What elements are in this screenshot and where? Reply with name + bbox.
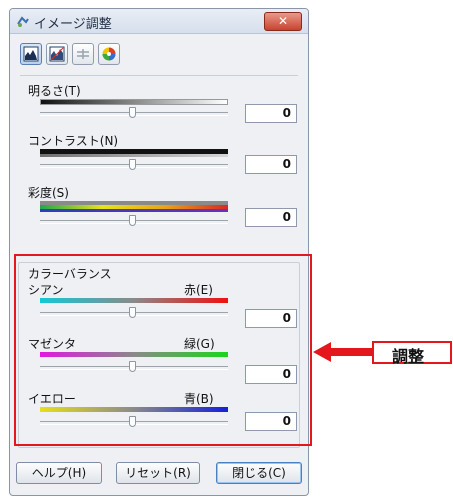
tone-curve-icon	[49, 46, 65, 62]
reset-button[interactable]: リセット(R)	[116, 462, 200, 484]
brightness-label: 明るさ(T)	[28, 84, 81, 98]
saturation-slider-thumb[interactable]	[129, 215, 136, 226]
color-palette-icon	[102, 47, 116, 61]
color-palette-button[interactable]	[98, 43, 120, 65]
toolbar-separator	[20, 75, 298, 76]
callout-label: 調整	[392, 347, 425, 366]
tone-curve-button[interactable]	[46, 43, 68, 65]
level-lines-button[interactable]	[72, 43, 94, 65]
contrast-gradient-lower	[40, 154, 228, 157]
help-button[interactable]: ヘルプ(H)	[16, 462, 102, 484]
close-window-button[interactable]: ✕	[264, 12, 302, 31]
highlight-frame	[14, 254, 312, 446]
contrast-label: コントラスト(N)	[28, 134, 119, 148]
contrast-value-field[interactable]: 0	[245, 155, 297, 174]
histogram-button[interactable]	[20, 43, 42, 65]
saturation-value-field[interactable]: 0	[245, 208, 297, 227]
brightness-slider-thumb[interactable]	[129, 107, 136, 118]
title-bar[interactable]: イメージ調整 ✕	[10, 9, 308, 34]
contrast-slider-thumb[interactable]	[129, 159, 136, 170]
saturation-label: 彩度(S)	[28, 186, 69, 200]
window-title: イメージ調整	[34, 17, 112, 32]
close-icon: ✕	[277, 14, 289, 28]
brightness-gradient	[40, 99, 228, 105]
callout-arrow-icon	[313, 342, 373, 362]
brightness-value-field[interactable]: 0	[245, 104, 297, 123]
level-lines-icon	[77, 49, 89, 59]
close-button[interactable]: 閉じる(C)	[216, 462, 302, 484]
app-icon	[17, 16, 29, 27]
histogram-icon	[23, 46, 39, 62]
saturation-gradient-cool	[40, 209, 228, 212]
